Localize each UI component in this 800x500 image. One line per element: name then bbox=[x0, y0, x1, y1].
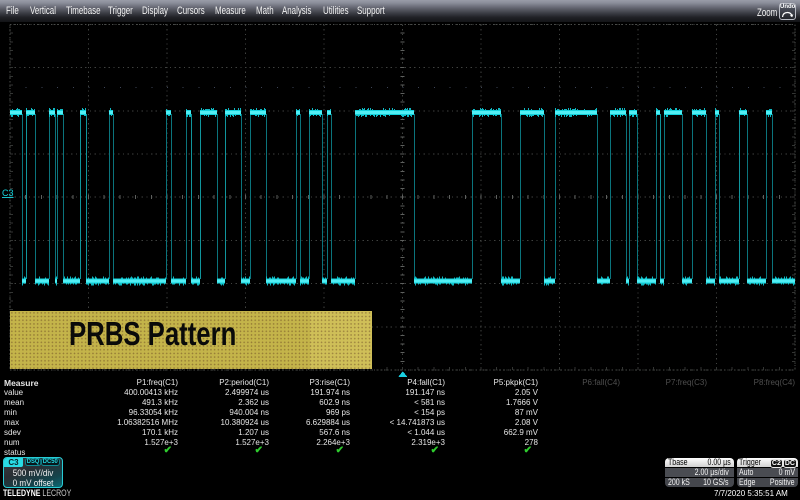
svg-text:C3: C3 bbox=[2, 188, 14, 198]
